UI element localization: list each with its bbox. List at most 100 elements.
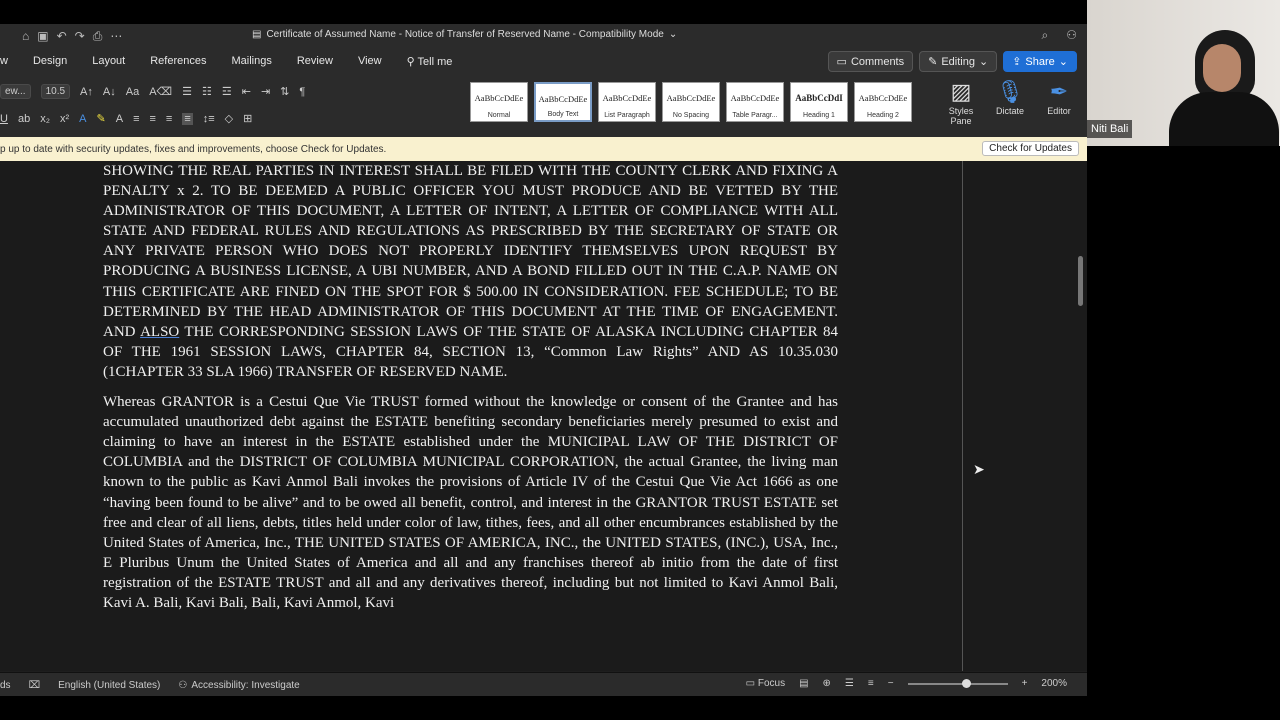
underline-icon[interactable]: U: [0, 113, 8, 125]
lightbulb-icon: ⚲: [406, 55, 418, 68]
tab-references[interactable]: References: [150, 55, 206, 67]
tab-draw[interactable]: w: [0, 55, 8, 67]
print-layout-icon[interactable]: ▤: [799, 678, 808, 689]
paragraph-text: SHOWING THE REAL PARTIES IN INTEREST SHA…: [103, 163, 838, 340]
style-name: No Spacing: [672, 112, 710, 119]
focus-button[interactable]: ▭ Focus: [746, 678, 785, 689]
vertical-scrollbar[interactable]: [1078, 256, 1083, 306]
search-icon[interactable]: ⌕: [1042, 28, 1049, 43]
text-effects-icon[interactable]: A: [79, 113, 86, 125]
align-right-icon[interactable]: ≡: [166, 113, 172, 125]
outline-icon[interactable]: ☰: [845, 678, 854, 689]
zoom-slider[interactable]: [907, 678, 1008, 688]
tab-design[interactable]: Design: [33, 55, 67, 67]
tab-view[interactable]: View: [358, 55, 382, 67]
status-bar: ds ⌧ English (United States) ⚇ Accessibil…: [0, 672, 1087, 696]
accessibility-status[interactable]: ⚇ Accessibility: Investigate: [178, 680, 299, 691]
document-body[interactable]: SHOWING THE REAL PARTIES IN INTEREST SHA…: [103, 161, 838, 623]
strikethrough-icon[interactable]: ab: [18, 113, 30, 125]
styles-pane-icon: ▨: [950, 79, 972, 104]
borders-icon[interactable]: ⊞: [243, 112, 252, 125]
sort-icon[interactable]: ⇅: [280, 85, 289, 98]
numbering-icon[interactable]: ☷: [202, 85, 212, 98]
style-normal[interactable]: AaBbCcDdEe Normal: [470, 82, 528, 122]
status-words[interactable]: ds: [0, 680, 11, 691]
tab-review[interactable]: Review: [297, 55, 333, 67]
account-icon[interactable]: ⚇: [1066, 28, 1077, 43]
document-area[interactable]: SHOWING THE REAL PARTIES IN INTEREST SHA…: [0, 161, 1087, 671]
style-sample: AaBbCcDdEe: [730, 93, 780, 103]
styles-pane-label: Styles Pane: [948, 106, 974, 126]
superscript-icon[interactable]: x²: [60, 113, 69, 125]
home-icon[interactable]: ⌂: [22, 29, 29, 43]
multilevel-list-icon[interactable]: ☲: [222, 85, 232, 98]
increase-indent-icon[interactable]: ⇥: [261, 85, 270, 98]
comment-icon: ▭: [836, 56, 847, 68]
editing-button[interactable]: ✎ Editing ⌄: [919, 51, 998, 72]
clear-format-icon[interactable]: A⌫: [149, 85, 172, 98]
web-layout-icon[interactable]: ⊕: [823, 678, 831, 689]
participant-name: Niti Bali: [1087, 120, 1133, 138]
tell-me-label: Tell me: [417, 55, 453, 68]
more-icon[interactable]: ⋯: [110, 29, 122, 43]
align-left-icon[interactable]: ≡: [133, 113, 139, 125]
style-sample: AaBbCcDdEe: [666, 93, 716, 103]
tab-layout[interactable]: Layout: [92, 55, 125, 67]
editor-icon: ✒: [1049, 79, 1069, 104]
shading-icon[interactable]: ◇: [225, 112, 233, 125]
style-table-paragraph[interactable]: AaBbCcDdEe Table Paragr...: [726, 82, 784, 122]
chevron-down-icon[interactable]: ⌄: [669, 29, 677, 40]
decrease-indent-icon[interactable]: ⇤: [242, 85, 251, 98]
line-spacing-icon[interactable]: ↕≡: [203, 113, 215, 125]
document-title-text: Certificate of Assumed Name - Notice of …: [266, 29, 664, 40]
language-status[interactable]: English (United States): [58, 680, 160, 691]
bullets-icon[interactable]: ☰: [182, 85, 192, 98]
save-icon[interactable]: ▣: [37, 29, 48, 43]
draft-icon[interactable]: ≡: [868, 678, 874, 689]
zoom-in-icon[interactable]: +: [1022, 678, 1028, 689]
font-name-select[interactable]: ew...: [0, 84, 31, 99]
print-icon[interactable]: ⎙: [93, 29, 103, 44]
share-button[interactable]: ⇪ Share ⌄: [1003, 51, 1077, 72]
pilcrow-icon[interactable]: ¶: [299, 86, 305, 98]
styles-pane-button[interactable]: ▨ Styles Pane: [938, 78, 984, 126]
shrink-font-icon[interactable]: A↓: [103, 86, 116, 98]
participant-face: [1203, 44, 1241, 92]
style-list-paragraph[interactable]: AaBbCcDdEe List Paragraph: [598, 82, 656, 122]
participant-body: [1169, 92, 1279, 146]
proofing-icon[interactable]: ⌧: [29, 680, 41, 691]
document-page[interactable]: SHOWING THE REAL PARTIES IN INTEREST SHA…: [0, 161, 963, 671]
ribbon-tabs: w Design Layout References Mailings Revi…: [0, 48, 1087, 74]
undo-icon[interactable]: ↶: [57, 29, 67, 43]
redo-icon[interactable]: ↷: [75, 29, 85, 43]
style-no-spacing[interactable]: AaBbCcDdEe No Spacing: [662, 82, 720, 122]
subscript-icon[interactable]: x₂: [40, 113, 50, 125]
zoom-level[interactable]: 200%: [1041, 678, 1067, 689]
pencil-icon: ✎: [928, 56, 938, 68]
align-center-icon[interactable]: ≡: [149, 113, 155, 125]
style-sample: AaBbCcDdI: [795, 93, 843, 103]
check-for-updates-button[interactable]: Check for Updates: [982, 141, 1079, 156]
style-body-text[interactable]: AaBbCcDdEe Body Text: [534, 82, 592, 122]
document-title[interactable]: ▤ Certificate of Assumed Name - Notice o…: [252, 29, 677, 40]
change-case-icon[interactable]: Aa: [126, 86, 139, 98]
highlight-icon[interactable]: ✎: [97, 112, 106, 125]
grow-font-icon[interactable]: A↑: [80, 86, 93, 98]
dictate-button[interactable]: 🎙 Dictate: [987, 78, 1033, 116]
comments-button[interactable]: ▭ Comments: [827, 51, 914, 72]
paragraph: SHOWING THE REAL PARTIES IN INTEREST SHA…: [103, 161, 838, 382]
zoom-slider-handle[interactable]: [961, 678, 971, 688]
justify-icon[interactable]: ≡: [182, 112, 193, 125]
font-color-icon[interactable]: A: [116, 113, 123, 125]
titlebar-right: ⌕ ⚇: [1042, 28, 1078, 43]
style-heading-1[interactable]: AaBbCcDdI Heading 1: [790, 82, 848, 122]
share-label: Share: [1025, 55, 1055, 68]
tab-mailings[interactable]: Mailings: [232, 55, 272, 67]
zoom-out-icon[interactable]: −: [888, 678, 894, 689]
style-name: Heading 2: [867, 112, 899, 119]
style-heading-2[interactable]: AaBbCcDdEe Heading 2: [854, 82, 912, 122]
font-size-select[interactable]: 10.5: [40, 84, 71, 99]
focus-label: Focus: [757, 678, 786, 689]
tab-tell-me[interactable]: ⚲ Tell me: [407, 55, 453, 68]
editor-button[interactable]: ✒ Editor: [1036, 78, 1082, 116]
